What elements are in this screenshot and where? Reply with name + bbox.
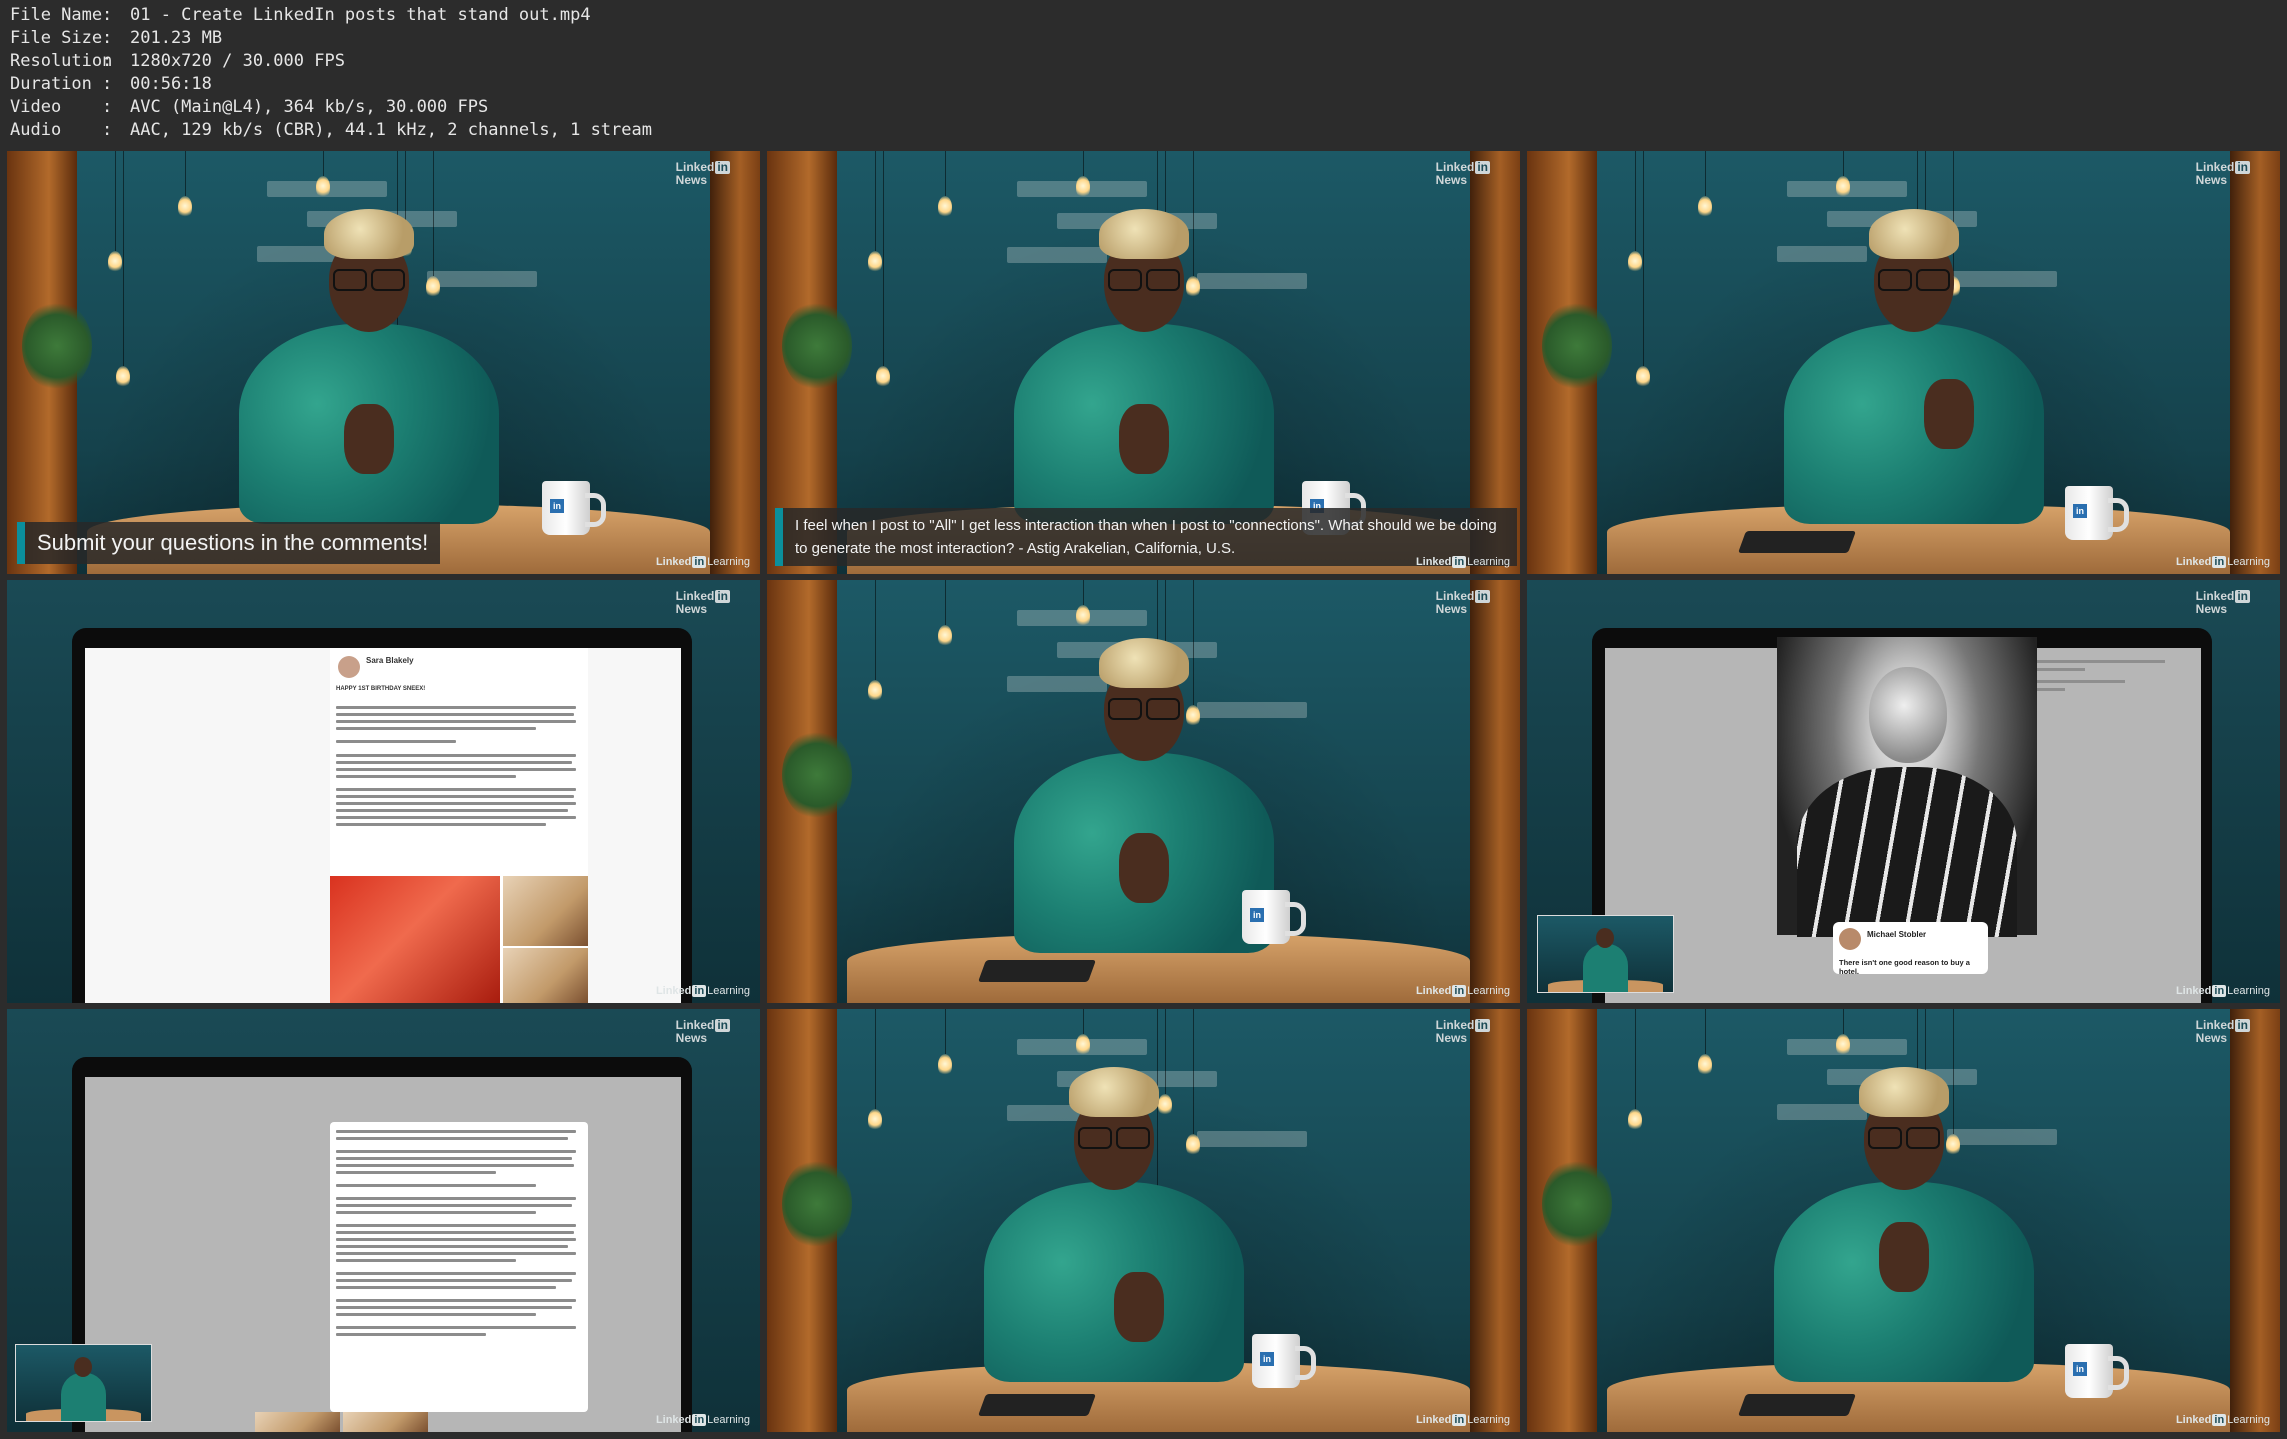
- linkedin-learning-logo: Linked in Learning: [1415, 1414, 1510, 1426]
- linkedin-learning-logo: Linked in Learning: [1415, 556, 1510, 568]
- info-resolution: Resolution: 1280x720 / 30.000 FPS: [10, 51, 345, 71]
- linkedin-news-logo: Linked in News: [1435, 589, 1490, 616]
- thumbnail-3[interactable]: in Linked in News Linked in Learning: [1527, 151, 2280, 574]
- thumbnail-6[interactable]: Michael Stobler There isn't one good rea…: [1527, 580, 2280, 1003]
- thumbnail-1[interactable]: in Linked in News Submit your questions in…: [7, 151, 760, 574]
- avatar: [1839, 928, 1861, 950]
- linkedin-news-logo: Linked in News: [2195, 589, 2250, 616]
- linkedin-learning-logo: Linked in Learning: [2175, 1414, 2270, 1426]
- info-file-name: File Name: 01 - Create LinkedIn posts tha…: [10, 5, 591, 25]
- post-headline: HAPPY 1ST BIRTHDAY SNEEX!: [336, 686, 426, 692]
- linkedin-post: Sara Blakely HAPPY 1ST BIRTHDAY SNEEX!: [330, 648, 588, 1003]
- linkedin-learning-logo: Linked in Learning: [2175, 556, 2270, 568]
- linkedin-news-logo: Linked in News: [1435, 160, 1490, 187]
- linkedin-news-logo: Linked in News: [675, 589, 730, 616]
- avatar: [338, 656, 360, 678]
- linkedin-learning-logo: Linked in Learning: [1415, 985, 1510, 997]
- linkedin-learning-logo: Linked in Learning: [655, 556, 750, 568]
- post-author: Sara Blakely: [366, 656, 414, 665]
- portrait-photo: Michael Stobler There isn't one good rea…: [1777, 637, 2037, 976]
- thumbnail-grid: in Linked in News Submit your questions in…: [7, 151, 2281, 1433]
- thumbnail-2[interactable]: in Linked in News I feel when I post to "A…: [767, 151, 1520, 574]
- media-info: File Name: 01 - Create LinkedIn posts tha…: [10, 4, 652, 142]
- caption-submit-questions: Submit your questions in the comments!: [17, 522, 441, 564]
- info-file-size: File Size: 201.23 MB: [10, 28, 223, 48]
- linkedin-news-logo: Linked in News: [1435, 1018, 1490, 1045]
- linkedin-news-logo: Linked in News: [675, 160, 730, 187]
- thumbnail-7[interactable]: Linked in News Linked in Learning: [7, 1009, 760, 1432]
- thumbnail-5[interactable]: in Linked in News Linked in Learning: [767, 580, 1520, 1003]
- thumbnail-4[interactable]: Sara Blakely HAPPY 1ST BIRTHDAY SNEEX! L…: [7, 580, 760, 1003]
- linkedin-news-logo: Linked in News: [2195, 1018, 2250, 1045]
- thumbnail-9[interactable]: in Linked in News Linked in Learning: [1527, 1009, 2280, 1432]
- caption-viewer-question: I feel when I post to "All" I get less i…: [775, 508, 1517, 566]
- linkedin-post: [330, 1122, 588, 1412]
- picture-in-picture: [15, 1344, 152, 1422]
- linkedin-news-logo: Linked in News: [2195, 160, 2250, 187]
- linkedin-learning-logo: Linked in Learning: [655, 985, 750, 997]
- linkedin-learning-logo: Linked in Learning: [655, 1414, 750, 1426]
- info-duration: Duration:00:56:18: [10, 74, 212, 94]
- info-video: Video: AVC (Main@L4), 364 kb/s, 30.000 FP…: [10, 97, 489, 117]
- picture-in-picture: [1537, 915, 1674, 993]
- linkedin-news-logo: Linked in News: [675, 1018, 730, 1045]
- thumbnail-8[interactable]: in Linked in News Linked in Learning: [767, 1009, 1520, 1432]
- info-audio: Audio: AAC, 129 kb/s (CBR), 44.1 kHz, 2 c…: [10, 120, 652, 140]
- post-card: Michael Stobler There isn't one good rea…: [1833, 922, 1988, 976]
- linkedin-learning-logo: Linked in Learning: [2175, 985, 2270, 997]
